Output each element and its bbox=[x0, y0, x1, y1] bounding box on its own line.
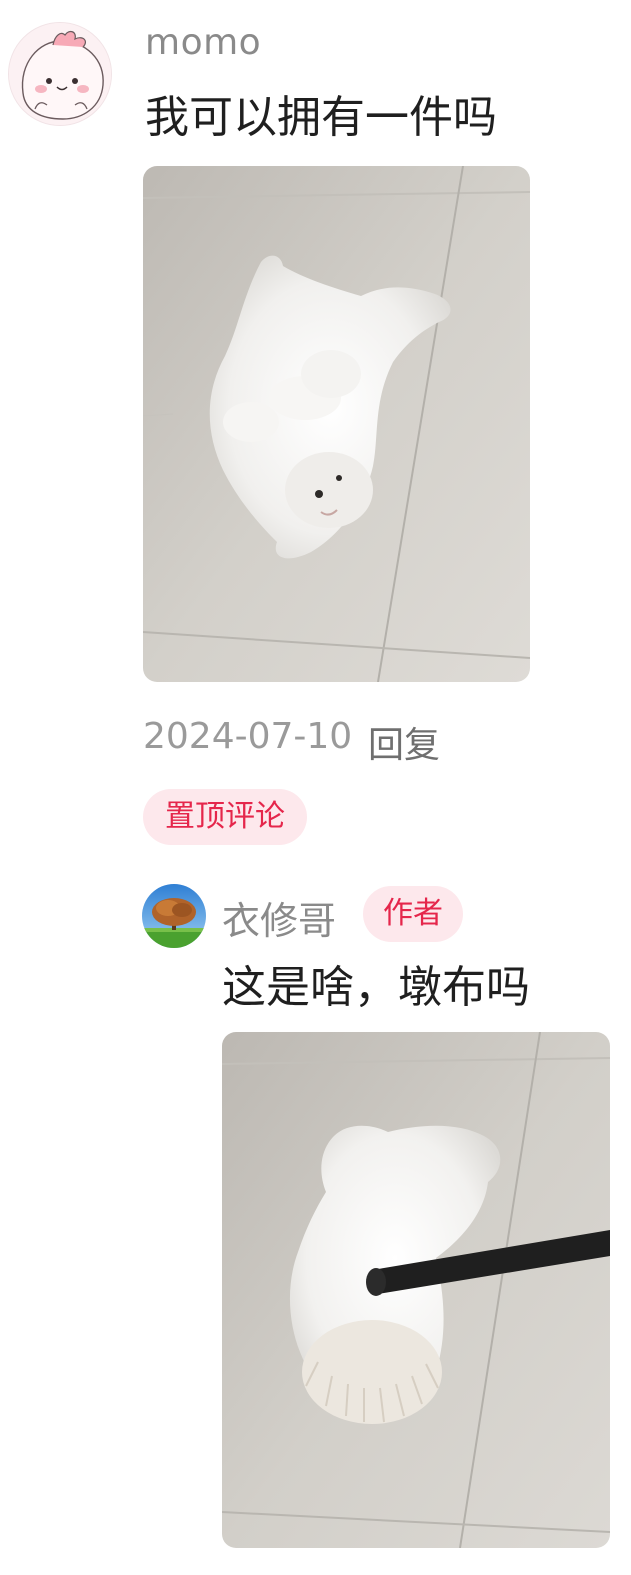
mop-photo-image bbox=[222, 1032, 610, 1548]
tree-landscape-avatar-icon bbox=[142, 884, 206, 948]
reply-username[interactable]: 衣修哥 bbox=[222, 890, 336, 945]
cat-photo-image bbox=[143, 166, 530, 682]
comment-photo[interactable] bbox=[143, 166, 530, 682]
reply-photo[interactable] bbox=[222, 1032, 610, 1548]
reply-avatar[interactable] bbox=[142, 884, 206, 948]
comment-text: 我可以拥有一件吗 bbox=[145, 92, 497, 143]
avatar[interactable] bbox=[8, 22, 112, 126]
cartoon-avatar-icon bbox=[9, 23, 111, 125]
reply-button[interactable]: 回复 bbox=[368, 716, 440, 768]
author-badge: 作者 bbox=[363, 886, 463, 942]
pinned-comment-badge: 置顶评论 bbox=[143, 789, 307, 845]
comment-date: 2024-07-10 bbox=[143, 716, 353, 757]
reply-text: 这是啥，墩布吗 bbox=[222, 962, 530, 1013]
comment-username[interactable]: momo bbox=[145, 22, 261, 63]
